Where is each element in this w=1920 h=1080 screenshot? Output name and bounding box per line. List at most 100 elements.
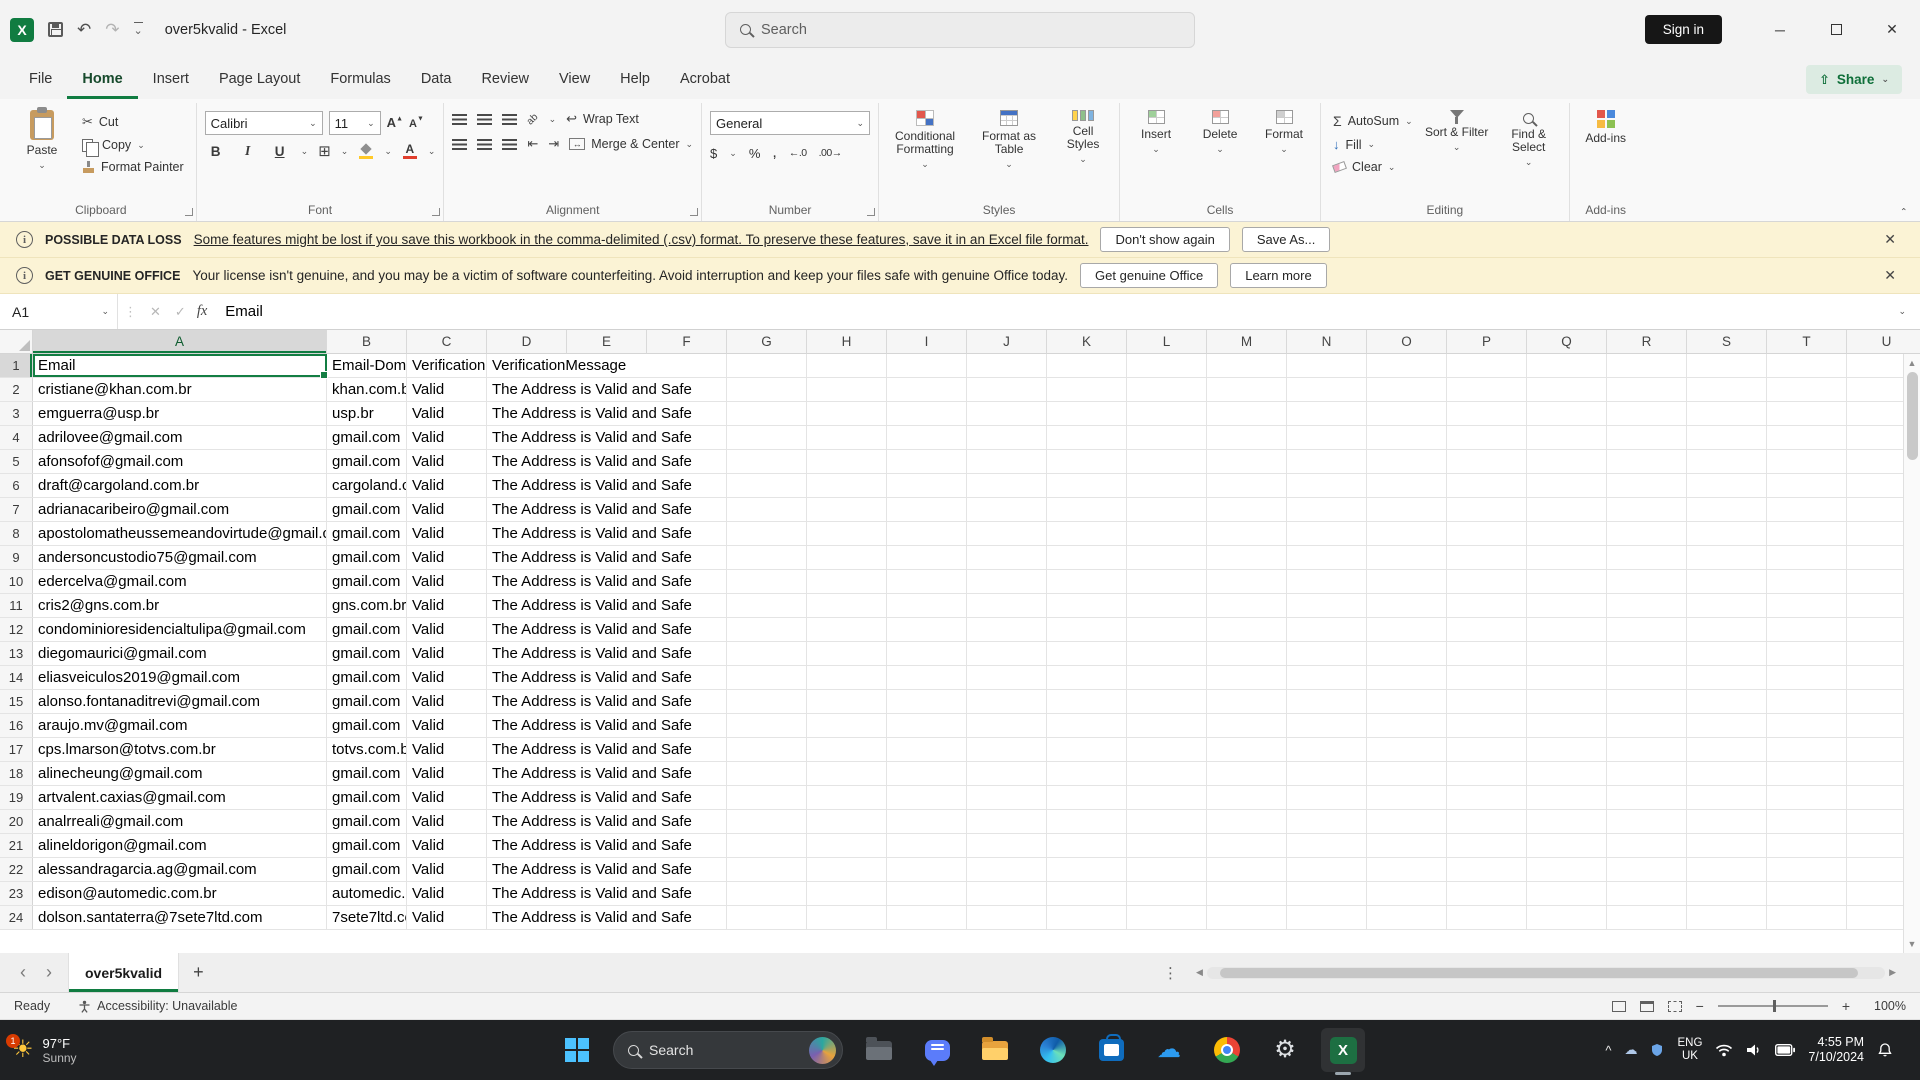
name-box[interactable]: A1 ⌄	[0, 294, 118, 329]
alignment-dialog-launcher-icon[interactable]	[690, 208, 698, 216]
row-header[interactable]: 8	[0, 522, 33, 545]
cell-email-domain[interactable]: totvs.com.br	[327, 738, 407, 761]
cell-verification-message[interactable]: The Address is Valid and Safe	[487, 714, 727, 737]
column-header[interactable]: T	[1767, 330, 1847, 354]
cell-verification[interactable]: Valid	[407, 882, 487, 905]
vertical-scrollbar[interactable]: ▲ ▼	[1903, 354, 1920, 953]
scroll-down-icon[interactable]: ▼	[1908, 935, 1917, 953]
onedrive-icon[interactable]: ☁	[1147, 1028, 1191, 1072]
cell-email-domain[interactable]: gmail.com	[327, 762, 407, 785]
cell-email[interactable]: draft@cargoland.com.br	[33, 474, 327, 497]
cell-verification-message[interactable]: The Address is Valid and Safe	[487, 402, 727, 425]
row-header[interactable]: 15	[0, 690, 33, 713]
minimize-button[interactable]: ─	[1752, 0, 1808, 59]
cell-verification-message[interactable]: The Address is Valid and Safe	[487, 450, 727, 473]
scroll-right-icon[interactable]: ▶	[1889, 967, 1896, 978]
notifications-bell-icon[interactable]	[1877, 1042, 1893, 1058]
cell-email[interactable]: araujo.mv@gmail.com	[33, 714, 327, 737]
save-icon[interactable]	[48, 22, 63, 37]
row-header[interactable]: 17	[0, 738, 33, 761]
cell-email-domain[interactable]: gmail.com	[327, 450, 407, 473]
cell-verification[interactable]: Valid	[407, 738, 487, 761]
empty-cells[interactable]	[727, 378, 1920, 401]
underline-button[interactable]: U	[269, 144, 291, 159]
kebab-menu-icon[interactable]: ⋮	[1163, 964, 1178, 982]
zoom-out-icon[interactable]: −	[1696, 998, 1704, 1014]
cell-verification[interactable]: Valid	[407, 786, 487, 809]
column-header[interactable]: K	[1047, 330, 1127, 354]
horizontal-scrollbar[interactable]: ◀ ▶	[1196, 966, 1896, 980]
clear-button[interactable]: Clear⌄	[1329, 157, 1417, 177]
italic-button[interactable]: I	[237, 143, 259, 159]
align-left-icon[interactable]	[452, 139, 467, 150]
column-header[interactable]: S	[1687, 330, 1767, 354]
ribbon-tab[interactable]: Acrobat	[665, 59, 745, 99]
empty-cells[interactable]	[727, 666, 1920, 689]
zoom-slider-thumb[interactable]	[1773, 1000, 1776, 1012]
column-header[interactable]: F	[647, 330, 727, 354]
cell-email[interactable]: analrreali@gmail.com	[33, 810, 327, 833]
empty-cells[interactable]	[727, 354, 1920, 377]
cell-verification-message[interactable]: The Address is Valid and Safe	[487, 858, 727, 881]
ribbon-tab[interactable]: Review	[466, 59, 544, 99]
cell-email[interactable]: afonsofof@gmail.com	[33, 450, 327, 473]
start-button[interactable]	[555, 1028, 599, 1072]
ribbon-tab[interactable]: Home	[67, 59, 137, 99]
cell-email-domain[interactable]: gmail.com	[327, 498, 407, 521]
get-genuine-office-button[interactable]: Get genuine Office	[1080, 263, 1218, 288]
cell-verification[interactable]: Valid	[407, 474, 487, 497]
cell-verification[interactable]: Valid	[407, 378, 487, 401]
sheet-tab-over5kvalid[interactable]: over5kvalid	[68, 953, 179, 992]
cell-verification-message[interactable]: The Address is Valid and Safe	[487, 666, 727, 689]
row-header[interactable]: 2	[0, 378, 33, 401]
customize-qat-icon[interactable]: ⌄	[134, 22, 143, 37]
cell-verification[interactable]: Valid	[407, 498, 487, 521]
insert-cells-button[interactable]: Insert ⌄	[1128, 105, 1184, 154]
align-middle-icon[interactable]	[477, 114, 492, 125]
accessibility-status[interactable]: Accessibility: Unavailable	[78, 999, 237, 1013]
cell-email-domain[interactable]: gmail.com	[327, 546, 407, 569]
percent-style-button[interactable]: %	[749, 146, 761, 161]
decrease-indent-icon[interactable]: ⇤	[527, 136, 538, 152]
formula-content[interactable]: Email	[215, 303, 1898, 320]
empty-cells[interactable]	[727, 450, 1920, 473]
cell-email[interactable]: apostolomatheussemeandovirtude@gmail.com	[33, 522, 327, 545]
next-sheet-icon[interactable]: ›	[36, 962, 62, 983]
cell-email[interactable]: Email	[33, 354, 327, 377]
cell-verification-message[interactable]: The Address is Valid and Safe	[487, 498, 727, 521]
chevron-down-icon[interactable]: ⌄	[549, 115, 557, 124]
cell-verification[interactable]: Valid	[407, 594, 487, 617]
cell-verification[interactable]: Valid	[407, 642, 487, 665]
cell-verification[interactable]: Valid	[407, 570, 487, 593]
ribbon-tab[interactable]: Data	[406, 59, 467, 99]
chevron-down-icon[interactable]: ⌄	[384, 147, 392, 156]
cell-verification-message[interactable]: The Address is Valid and Safe	[487, 642, 727, 665]
cell-verification-message[interactable]: The Address is Valid and Safe	[487, 786, 727, 809]
chevron-down-icon[interactable]: ⌄	[301, 147, 309, 156]
column-header[interactable]: U	[1847, 330, 1920, 354]
horizontal-scrollbar-track[interactable]	[1207, 967, 1885, 979]
cell-email-domain[interactable]: 7sete7ltd.com	[327, 906, 407, 929]
empty-cells[interactable]	[727, 498, 1920, 521]
bold-button[interactable]: B	[205, 144, 227, 159]
chevron-down-icon[interactable]: ⌄	[428, 147, 436, 156]
column-header[interactable]: E	[567, 330, 647, 354]
cell-verification-message[interactable]: VerificationMessage	[487, 354, 727, 377]
cell-email-domain[interactable]: gmail.com	[327, 426, 407, 449]
empty-cells[interactable]	[727, 858, 1920, 881]
microsoft-store-icon[interactable]	[1089, 1028, 1133, 1072]
cell-verification-message[interactable]: The Address is Valid and Safe	[487, 738, 727, 761]
chrome-browser-icon[interactable]	[1205, 1028, 1249, 1072]
previous-sheet-icon[interactable]: ‹	[10, 962, 36, 983]
column-header[interactable]: J	[967, 330, 1047, 354]
column-header[interactable]: P	[1447, 330, 1527, 354]
empty-cells[interactable]	[727, 594, 1920, 617]
row-header[interactable]: 3	[0, 402, 33, 425]
cell-verification-message[interactable]: The Address is Valid and Safe	[487, 522, 727, 545]
cell-email-domain[interactable]: gmail.com	[327, 618, 407, 641]
cell-email-domain[interactable]: gmail.com	[327, 786, 407, 809]
borders-icon[interactable]: ⊞	[318, 142, 331, 160]
cell-email[interactable]: eliasveiculos2019@gmail.com	[33, 666, 327, 689]
empty-cells[interactable]	[727, 834, 1920, 857]
font-color-icon[interactable]: A	[402, 143, 418, 159]
